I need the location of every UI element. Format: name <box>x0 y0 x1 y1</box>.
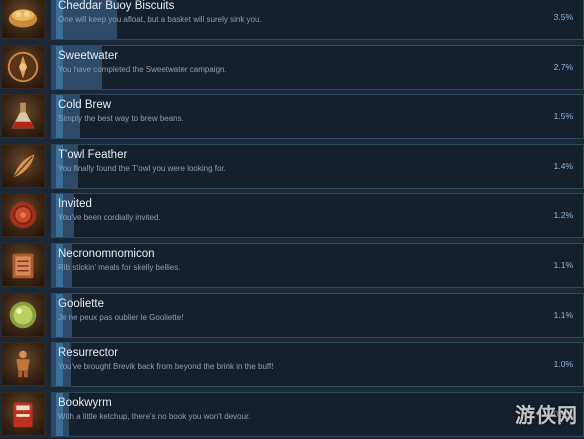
unlock-percent: 1.1% <box>553 259 573 270</box>
goo-orb-icon <box>1 292 45 337</box>
achievement-panel: Resurrector You've brought Brevik back f… <box>51 342 584 388</box>
achievement-panel: Bookwyrm With a little ketchup, there's … <box>51 391 584 437</box>
achievement-title: Bookwyrm <box>58 396 112 409</box>
achievement-description: You finally found the T'owl you were loo… <box>58 163 226 173</box>
achievement-list: Cheddar Buoy Biscuits One will keep you … <box>0 0 584 439</box>
achievement-row[interactable]: Bookwyrm With a little ketchup, there's … <box>0 390 584 439</box>
achievement-panel: Invited You've been cordially invited. 1… <box>51 193 584 239</box>
unlock-percent: 1.2% <box>553 210 573 221</box>
achievement-title: Sweetwater <box>58 49 119 62</box>
achievement-panel: Sweetwater You have completed the Sweetw… <box>51 44 584 90</box>
achievement-row[interactable]: T'owl Feather You finally found the T'ow… <box>0 142 584 192</box>
cookbook-icon <box>1 242 45 287</box>
achievement-panel: Cold Brew Simply the best way to brew be… <box>51 94 584 140</box>
achievement-panel: Necronomnomicon Rib stickin' meals for s… <box>51 242 584 288</box>
achievement-title: Cheddar Buoy Biscuits <box>58 0 175 12</box>
unlock-percent: 2.7% <box>553 61 573 72</box>
site-watermark: 游侠网 <box>515 405 578 427</box>
sweetwater-emblem-icon <box>1 44 45 89</box>
achievement-row[interactable]: Invited You've been cordially invited. 1… <box>0 191 584 241</box>
unlock-percent: 1.0% <box>553 359 573 370</box>
achievement-panel: Gooliette Je ne peux pas oublier le Gool… <box>51 292 584 338</box>
feather-icon <box>1 143 45 188</box>
unlock-percent: 1.4% <box>553 160 573 171</box>
achievement-description: Rib stickin' meals for skelly bellies. <box>58 262 181 272</box>
achievement-description: With a little ketchup, there's no book y… <box>58 411 251 421</box>
achievement-description: You've been cordially invited. <box>58 213 161 223</box>
achievement-description: Simply the best way to brew beans. <box>58 114 184 124</box>
brew-flask-icon <box>1 94 45 139</box>
achievement-panel: Cheddar Buoy Biscuits One will keep you … <box>51 0 584 40</box>
unlock-percent: 1.1% <box>553 309 573 320</box>
achievement-row[interactable]: Necronomnomicon Rib stickin' meals for s… <box>0 241 584 291</box>
achievement-title: Gooliette <box>58 297 105 310</box>
achievement-panel: T'owl Feather You finally found the T'ow… <box>51 143 584 189</box>
statue-icon <box>1 342 45 387</box>
achievement-title: Cold Brew <box>58 99 112 112</box>
achievement-row[interactable]: Sweetwater You have completed the Sweetw… <box>0 43 584 93</box>
achievement-row[interactable]: Cheddar Buoy Biscuits One will keep you … <box>0 0 584 43</box>
book-icon <box>1 391 45 436</box>
achievement-title: T'owl Feather <box>58 148 128 161</box>
achievement-title: Invited <box>58 198 92 211</box>
achievement-title: Necronomnomicon <box>58 247 155 260</box>
achievement-description: One will keep you afloat, but a basket w… <box>58 15 262 24</box>
achievement-description: You have completed the Sweetwater campai… <box>58 64 227 74</box>
achievement-row[interactable]: Resurrector You've brought Brevik back f… <box>0 340 584 390</box>
biscuit-basket-icon <box>1 0 45 39</box>
wax-seal-icon <box>1 193 45 238</box>
achievement-title: Resurrector <box>58 347 119 360</box>
unlock-percent: 1.5% <box>553 111 573 122</box>
achievement-description: You've brought Brevik back from beyond t… <box>58 362 274 372</box>
achievement-row[interactable]: Gooliette Je ne peux pas oublier le Gool… <box>0 291 584 341</box>
unlock-percent: 3.5% <box>553 12 573 22</box>
achievement-description: Je ne peux pas oublier le Gooliette! <box>58 312 184 322</box>
achievement-row[interactable]: Cold Brew Simply the best way to brew be… <box>0 92 584 142</box>
